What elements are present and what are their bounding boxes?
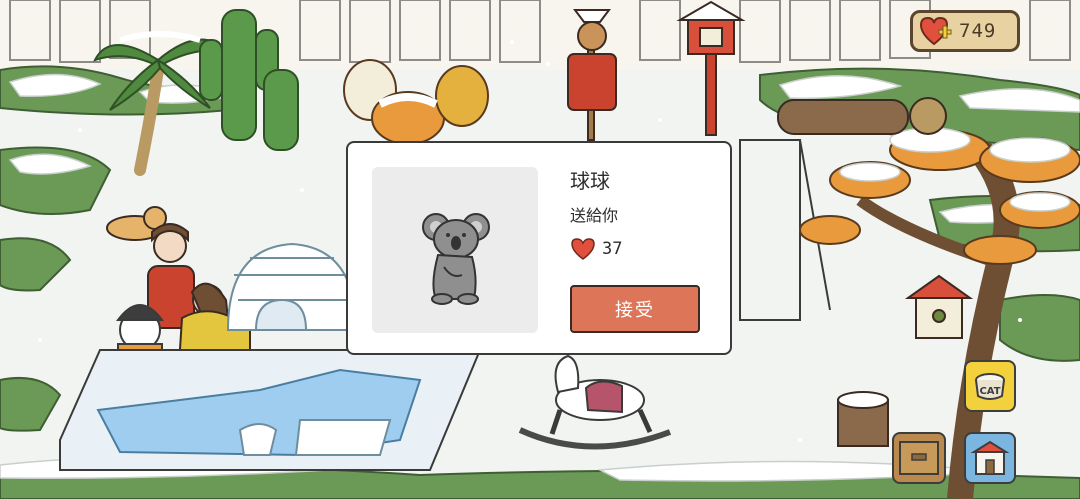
ice-pond (59, 349, 482, 471)
stump (837, 391, 889, 447)
storage-box-icon (899, 441, 939, 475)
storage-box-button[interactable] (892, 432, 946, 484)
koala-plush-icon (422, 213, 490, 305)
gift-message: 送給你 (570, 206, 619, 225)
cat-food-button[interactable]: CAT (964, 360, 1016, 412)
gift-item-thumbnail (372, 167, 538, 333)
cat-food-label: CAT (979, 386, 1000, 397)
shop-button[interactable] (964, 432, 1016, 484)
heart-counter[interactable]: 749 (910, 10, 1020, 52)
heart-plus-icon (919, 16, 953, 46)
accept-button[interactable]: 接受 (570, 285, 700, 333)
heart-value-number: 37 (602, 239, 623, 259)
log (777, 97, 947, 135)
cat-food-bowl-icon: CAT (975, 373, 1005, 400)
shop-icon (970, 440, 1010, 475)
sender-name: 球球 (570, 169, 610, 193)
heart-count: 749 (959, 20, 997, 42)
gift-heart-value: 37 (570, 237, 622, 261)
heart-icon (571, 238, 595, 260)
gift-popup: 球球 送給你 37 接受 (346, 141, 732, 355)
